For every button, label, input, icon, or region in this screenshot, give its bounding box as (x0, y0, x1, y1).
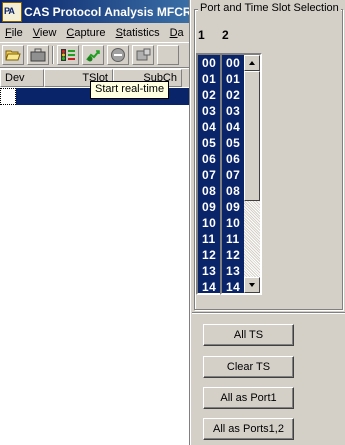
window-title: CAS Protocol Analysis MFCR2 (24, 4, 189, 19)
tooltip: Start real-time (90, 81, 170, 99)
port1-label: 1 (198, 28, 205, 42)
stop-icon (111, 48, 125, 62)
open-button[interactable] (2, 45, 24, 65)
list-item[interactable]: 11 (198, 231, 220, 247)
list-item[interactable]: 07 (198, 167, 220, 183)
bottom-divider (192, 312, 345, 314)
scroll-down-button[interactable] (244, 277, 260, 293)
list-item[interactable]: 00 (198, 55, 220, 71)
menu-capture[interactable]: Capture (61, 27, 110, 39)
scroll-thumb[interactable] (244, 71, 260, 201)
list-item[interactable]: 01 (198, 71, 220, 87)
status-button[interactable] (57, 45, 79, 65)
port1-list[interactable]: 00 01 02 03 04 05 06 07 08 09 10 11 12 13 14 (196, 53, 222, 295)
arrow-down-icon (249, 283, 255, 287)
menu-view[interactable]: View (28, 27, 62, 39)
list-item[interactable]: 02 (198, 87, 220, 103)
traffic-light-icon (61, 49, 75, 61)
scroll-up-button[interactable] (244, 55, 260, 71)
list-item[interactable]: 10 (198, 215, 220, 231)
port2-scrollbar[interactable] (244, 55, 260, 293)
app-logo-icon: PA (2, 1, 22, 22)
list-item[interactable]: 12 (198, 247, 220, 263)
all-as-port1-button[interactable]: All as Port1 (203, 387, 294, 409)
save-button[interactable] (27, 45, 49, 65)
start-realtime-button[interactable] (82, 45, 104, 65)
toolbar (0, 42, 189, 68)
capture-icon (136, 48, 151, 61)
all-ts-button[interactable]: All TS (203, 324, 294, 346)
list-item[interactable]: 04 (198, 119, 220, 135)
stop-button[interactable] (107, 45, 129, 65)
menu-data[interactable]: Da (165, 27, 189, 39)
list-item[interactable]: 09 (198, 199, 220, 215)
panel-divider (189, 0, 191, 445)
arrow-up-icon (249, 61, 255, 65)
briefcase-icon (30, 48, 46, 62)
list-item[interactable]: 14 (198, 279, 220, 293)
app-window: PA CAS Protocol Analysis MFCR2 File View… (0, 0, 189, 445)
list-item[interactable]: 06 (198, 151, 220, 167)
list-item[interactable]: 05 (198, 135, 220, 151)
row-focus-cell (0, 88, 16, 105)
menu-file[interactable]: File (0, 27, 28, 39)
list-item[interactable]: 13 (198, 263, 220, 279)
open-folder-icon (5, 50, 21, 61)
port2-label: 2 (222, 28, 229, 42)
group-title: Port and Time Slot Selection (198, 2, 341, 14)
menu-statistics[interactable]: Statistics (111, 27, 165, 39)
more-button[interactable] (157, 45, 179, 65)
toolbar-separator (52, 46, 54, 64)
capture-button[interactable] (132, 45, 154, 65)
start-realtime-icon (86, 50, 100, 62)
clear-ts-button[interactable]: Clear TS (203, 356, 294, 378)
list-item[interactable]: 03 (198, 103, 220, 119)
list-item[interactable]: 08 (198, 183, 220, 199)
column-dev[interactable]: Dev (0, 69, 44, 87)
menu-bar: File View Capture Statistics Da (0, 23, 189, 42)
title-bar[interactable]: PA CAS Protocol Analysis MFCR2 (0, 0, 189, 23)
all-as-ports12-button[interactable]: All as Ports1,2 (203, 418, 294, 440)
